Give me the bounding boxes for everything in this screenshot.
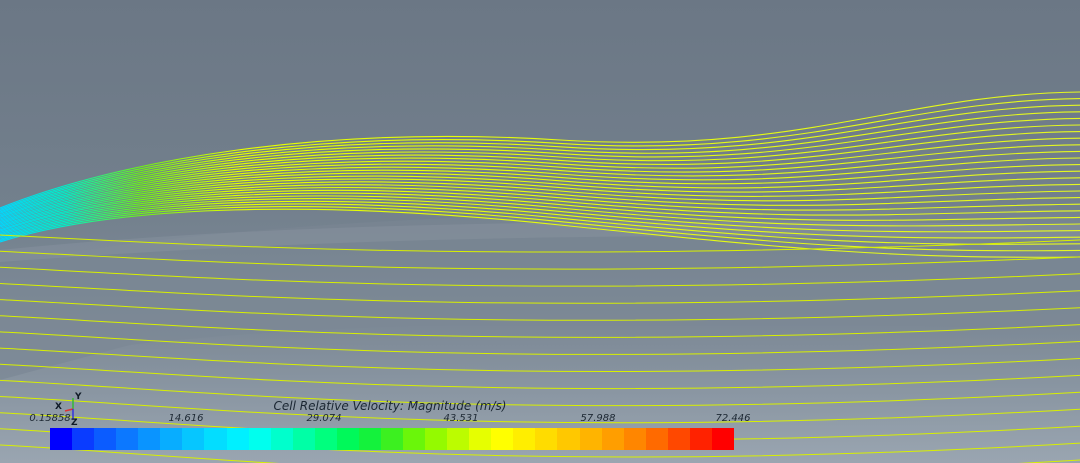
legend-swatch xyxy=(248,428,271,450)
legend-colorbar xyxy=(50,428,734,450)
legend-swatch xyxy=(623,428,646,450)
legend-swatch xyxy=(50,428,73,450)
legend-swatch xyxy=(425,428,448,450)
legend-swatch xyxy=(270,428,293,450)
legend-swatch xyxy=(292,428,315,450)
legend-swatch xyxy=(711,428,734,450)
legend-swatch xyxy=(513,428,536,450)
legend-swatch xyxy=(380,428,403,450)
legend-swatch xyxy=(138,428,161,450)
legend-swatch xyxy=(182,428,205,450)
legend-swatch xyxy=(601,428,624,450)
legend-swatch xyxy=(94,428,117,450)
axis-z-label: Z xyxy=(71,418,78,428)
scene-viewport[interactable]: Y X Z Cell Relative Velocity: Magnitude … xyxy=(0,0,1080,463)
legend-tick: 43.531 xyxy=(443,413,479,424)
legend-tick: 0.15858 xyxy=(29,413,71,424)
legend-swatch xyxy=(579,428,602,450)
legend-swatch xyxy=(314,428,337,450)
legend-swatch xyxy=(469,428,492,450)
legend-swatch xyxy=(403,428,426,450)
legend-tick: 57.988 xyxy=(580,413,616,424)
legend-tick: 29.074 xyxy=(306,413,342,424)
axis-y-label: Y xyxy=(75,392,82,402)
legend-swatch xyxy=(557,428,580,450)
legend-swatch xyxy=(204,428,227,450)
legend-tick: 72.446 xyxy=(715,413,751,424)
legend-swatch xyxy=(689,428,712,450)
legend-tick: 14.616 xyxy=(168,413,204,424)
legend-swatch xyxy=(447,428,470,450)
legend-swatch xyxy=(645,428,668,450)
legend-swatch xyxy=(358,428,381,450)
legend-swatch xyxy=(535,428,558,450)
axis-x-label: X xyxy=(55,402,62,412)
streamline-render[interactable] xyxy=(0,0,1080,463)
legend-swatch xyxy=(160,428,183,450)
legend-swatch xyxy=(116,428,139,450)
legend-title: Cell Relative Velocity: Magnitude (m/s) xyxy=(273,399,507,413)
legend-swatch xyxy=(72,428,95,450)
legend-swatch xyxy=(336,428,359,450)
legend-swatch xyxy=(667,428,690,450)
legend-swatch xyxy=(491,428,514,450)
legend-swatch xyxy=(226,428,249,450)
